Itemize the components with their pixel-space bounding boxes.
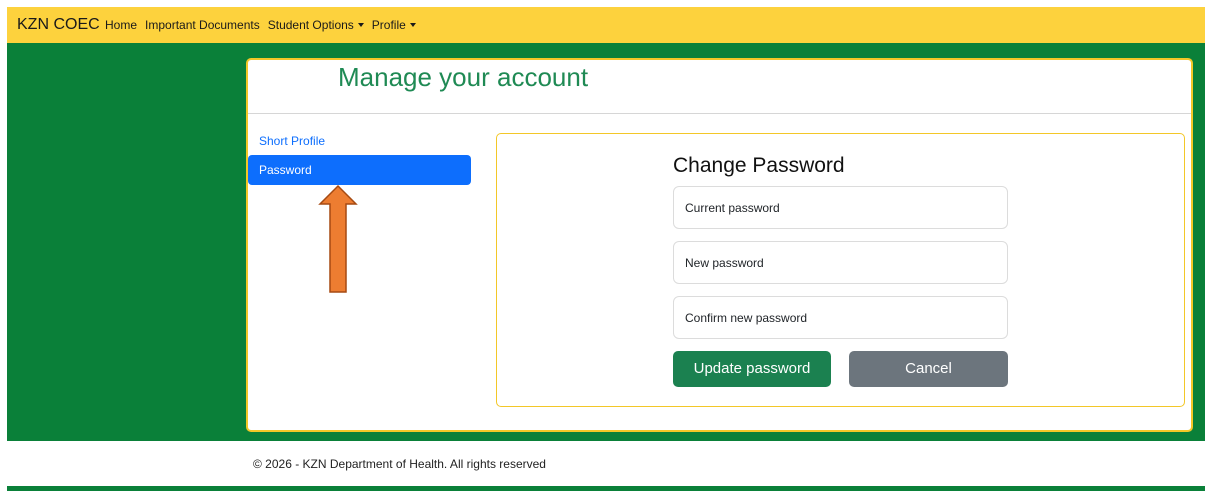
nav-menu: Home Important Documents Student Options… — [105, 18, 424, 32]
caret-down-icon — [409, 23, 416, 27]
new-password-label: New password — [685, 256, 764, 270]
nav-home-label: Home — [105, 18, 138, 32]
nav-important-documents-label: Important Documents — [145, 18, 260, 32]
sidebar-item-short-profile[interactable]: Short Profile — [259, 134, 325, 148]
nav-profile-label: Profile — [371, 18, 406, 32]
bottom-band — [7, 486, 1205, 491]
cancel-button[interactable]: Cancel — [849, 351, 1008, 387]
current-password-field[interactable]: Current password — [673, 186, 1008, 229]
up-arrow-annotation — [318, 184, 358, 293]
sidebar-item-password[interactable]: Password — [248, 155, 471, 185]
update-password-button[interactable]: Update password — [673, 351, 831, 387]
change-password-panel: Change Password Current password New pas… — [496, 133, 1185, 407]
confirm-password-label: Confirm new password — [685, 311, 808, 325]
nav-important-documents[interactable]: Important Documents — [145, 18, 260, 32]
footer-copyright: © 2026 - KZN Department of Health. All r… — [253, 457, 546, 471]
new-password-field[interactable]: New password — [673, 241, 1008, 284]
confirm-password-field[interactable]: Confirm new password — [673, 296, 1008, 339]
brand-link[interactable]: KZN COEC — [17, 16, 100, 34]
page-title: Manage your account — [338, 62, 589, 92]
nav-student-options-dropdown[interactable]: Student Options — [268, 18, 364, 32]
top-navbar: KZN COEC Home Important Documents Studen… — [7, 7, 1205, 43]
nav-student-options-label: Student Options — [267, 18, 354, 32]
nav-home[interactable]: Home — [105, 18, 137, 32]
change-password-title: Change Password — [673, 154, 845, 177]
title-divider — [248, 113, 1191, 114]
nav-profile-dropdown[interactable]: Profile — [372, 18, 416, 32]
current-password-label: Current password — [685, 201, 780, 215]
caret-down-icon — [357, 23, 364, 27]
